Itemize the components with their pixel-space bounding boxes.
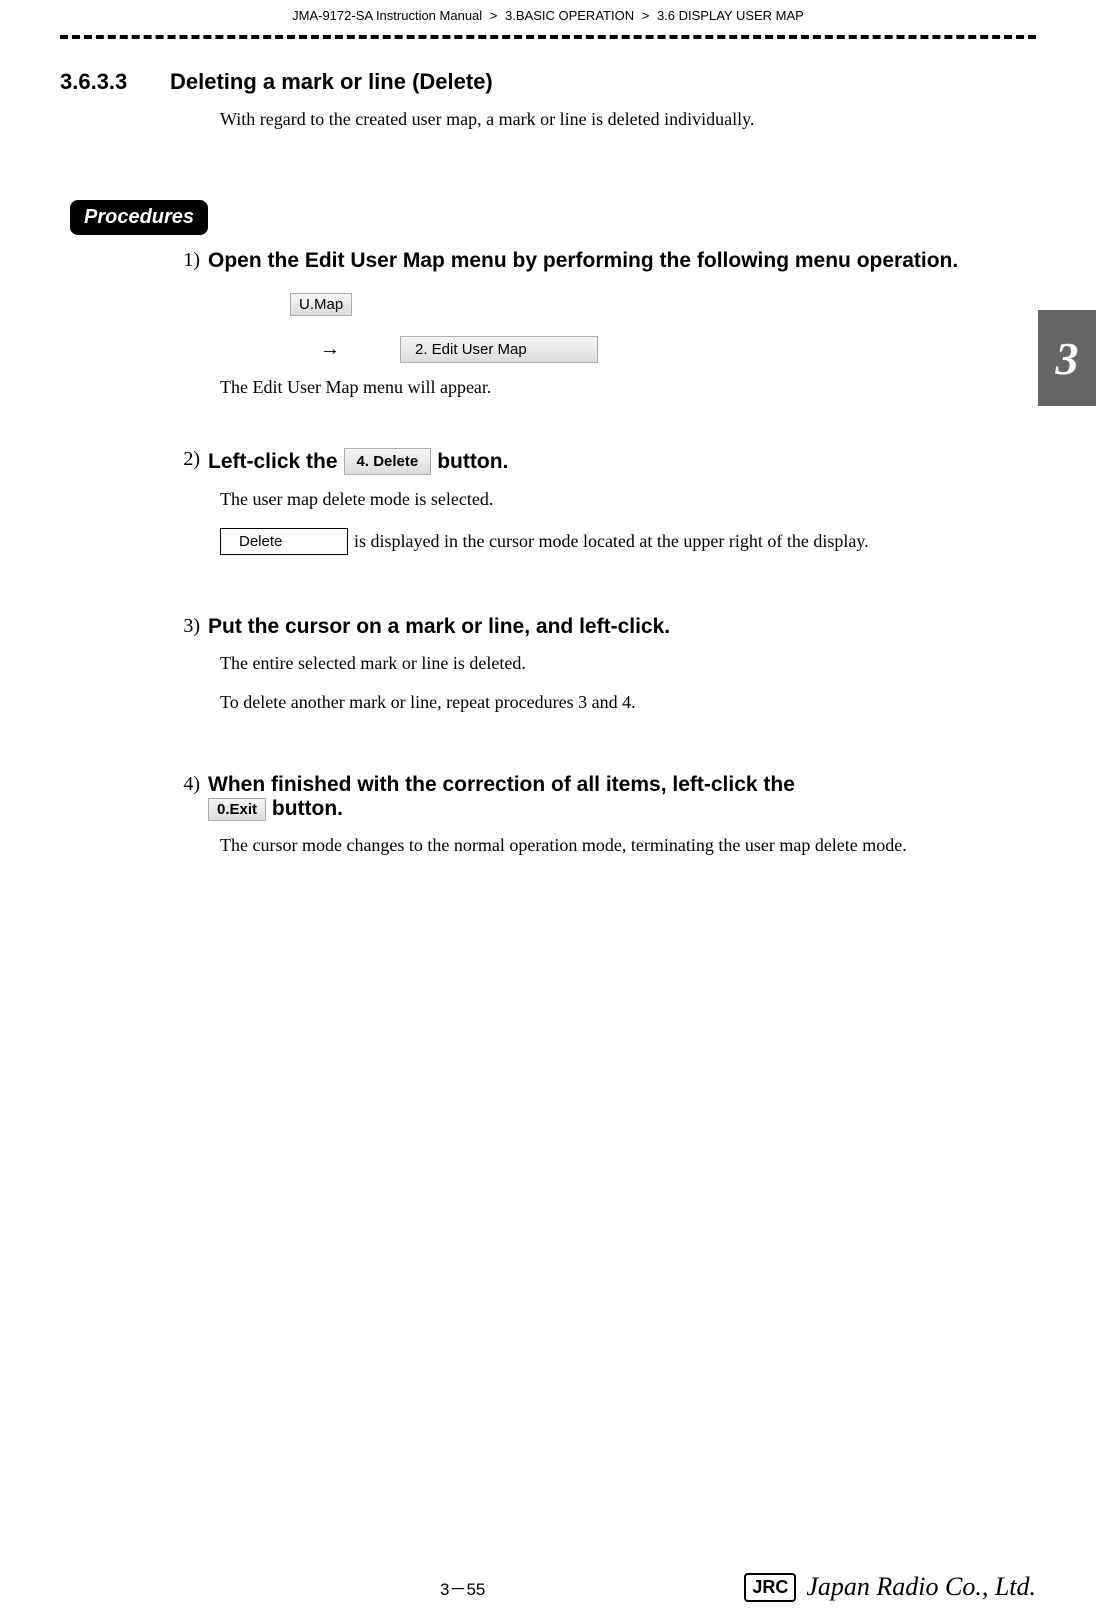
breadcrumb-sep-2: > [642, 8, 650, 23]
delete-4-button[interactable]: 4. Delete [344, 448, 432, 475]
step-2-line1: The user map delete mode is selected. [220, 489, 1036, 510]
company-name: Japan Radio Co., Ltd. [806, 1572, 1036, 1602]
step-3-heading: Put the cursor on a mark or line, and le… [208, 615, 1036, 639]
step-3-line2: To delete another mark or line, repeat p… [220, 692, 1036, 713]
step-3-number: 3) [160, 615, 208, 638]
section-intro: With regard to the created user map, a m… [220, 109, 1036, 130]
breadcrumb-part-2: 3.BASIC OPERATION [505, 8, 634, 23]
step-2-line2-rest: is displayed in the cursor mode located … [354, 531, 869, 552]
step-4-heading-pre: When finished with the correction of all… [208, 773, 795, 796]
step-4-heading-post: button. [272, 797, 343, 820]
jrc-logo-box: JRC [744, 1573, 796, 1602]
section-number: 3.6.3.3 [60, 69, 170, 95]
page-number: 3－55 [440, 1575, 485, 1600]
breadcrumb: JMA-9172-SA Instruction Manual > 3.BASIC… [60, 0, 1036, 29]
breadcrumb-part-1: JMA-9172-SA Instruction Manual [292, 8, 482, 23]
step-3-line1: The entire selected mark or line is dele… [220, 653, 1036, 674]
section-heading: 3.6.3.3 Deleting a mark or line (Delete) [60, 69, 1036, 95]
company-logo: JRC Japan Radio Co., Ltd. [744, 1572, 1036, 1602]
step-2-heading: Left-click the 4. Delete button. [208, 448, 1036, 475]
step-2-heading-pre: Left-click the [208, 450, 338, 474]
step-3: 3) Put the cursor on a mark or line, and… [60, 615, 1036, 713]
exit-button[interactable]: 0.Exit [208, 798, 266, 821]
section-title: Deleting a mark or line (Delete) [170, 69, 493, 95]
step-4-heading: When finished with the correction of all… [208, 773, 1036, 821]
chapter-tab: 3 [1038, 310, 1096, 406]
page-footer: 3－55 JRC Japan Radio Co., Ltd. [0, 1572, 1096, 1602]
step-2-heading-post: button. [437, 450, 508, 474]
step-1: 1) Open the Edit User Map menu by perfor… [60, 249, 1036, 398]
umap-button[interactable]: U.Map [290, 293, 352, 316]
step-2-number: 2) [160, 448, 208, 471]
step-1-after: The Edit User Map menu will appear. [220, 377, 1036, 398]
edit-user-map-button[interactable]: 2. Edit User Map [400, 336, 598, 363]
delete-mode-indicator: Delete [220, 528, 348, 555]
step-4: 4) When finished with the correction of … [60, 773, 1036, 856]
step-2: 2) Left-click the 4. Delete button. The … [60, 448, 1036, 555]
arrow-icon: → [320, 338, 340, 361]
step-1-heading: Open the Edit User Map menu by performin… [208, 249, 1036, 273]
step-1-number: 1) [160, 249, 208, 272]
breadcrumb-part-3: 3.6 DISPLAY USER MAP [657, 8, 804, 23]
step-2-line2: Delete is displayed in the cursor mode l… [220, 528, 1036, 555]
procedures-label: Procedures [70, 200, 208, 235]
step-4-line1: The cursor mode changes to the normal op… [220, 835, 1000, 856]
dashed-divider [60, 35, 1036, 39]
step-4-number: 4) [160, 773, 208, 796]
breadcrumb-sep-1: > [490, 8, 498, 23]
